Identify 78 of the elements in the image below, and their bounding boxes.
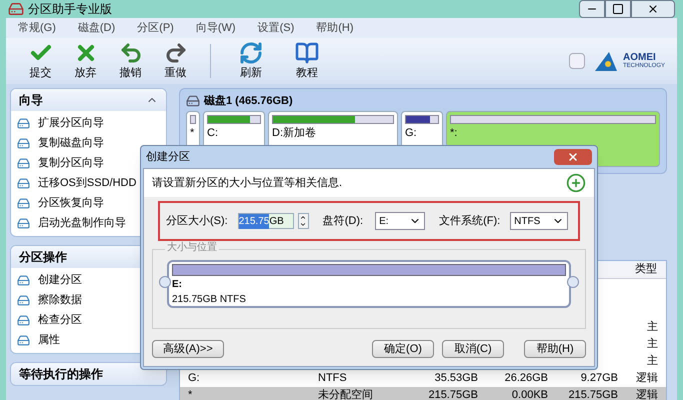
redo-icon — [164, 40, 188, 65]
table-cell-text: 逻辑 — [635, 371, 658, 386]
table-cell-text: 0.00KB — [510, 388, 548, 400]
group-label: 大小与位置 — [165, 243, 219, 253]
table-cell-text: 215.75GB — [427, 388, 478, 400]
size-label: 分区大小(S): — [166, 214, 228, 229]
refresh-icon — [239, 40, 263, 65]
table-cell-text: 26.26GB — [504, 371, 548, 386]
file-system-label: 文件系统(F): — [439, 214, 500, 229]
drive-letter-label: 盘符(D): — [322, 214, 364, 229]
sidebar-item[interactable]: 分区恢复向导 — [11, 194, 166, 213]
table-cell-text: 215.75GB — [567, 388, 618, 400]
table-cell-text: 未分配空间 — [318, 388, 374, 400]
book-icon — [295, 40, 319, 65]
toolbar-button[interactable]: 提交 — [18, 40, 63, 82]
dialog-button[interactable]: 高级(A)>> — [152, 340, 224, 358]
toolbar-button[interactable]: 放弃 — [63, 40, 108, 82]
close-icon — [567, 151, 579, 163]
minimize-button[interactable] — [579, 0, 605, 18]
dialog-button[interactable]: 取消(C) — [442, 340, 504, 358]
toolbar-button[interactable]: 撤销 — [108, 40, 153, 82]
add-disk-icon — [566, 173, 586, 193]
sidebar-item[interactable]: 启动光盘制作向导 — [11, 214, 166, 233]
sidebar-item[interactable]: 检查分区 — [11, 311, 166, 330]
undo-icon — [118, 40, 142, 65]
toolbar-button[interactable]: 刷新 — [223, 40, 279, 82]
window-title: 分区助手专业版 — [28, 1, 112, 18]
maximize-icon — [612, 3, 624, 15]
table-row[interactable]: G: NTFS 35.53GB 26.26GB 9.27GB 逻辑 — [180, 370, 666, 387]
sidebar-item[interactable]: 创建分区 — [11, 271, 166, 290]
table-cell-text: 35.53GB — [434, 371, 478, 386]
panel-title: 向导 — [19, 92, 43, 109]
partition-label: *: — [450, 126, 458, 141]
menu-item[interactable]: 向导(W) — [196, 20, 236, 36]
menu-item[interactable]: 分区(P) — [137, 20, 174, 36]
resize-handle[interactable] — [159, 276, 171, 288]
resize-handle[interactable] — [567, 276, 579, 288]
table-cell-text: * — [188, 388, 194, 400]
partition-label: C: — [207, 126, 219, 141]
table-cell-text: 主 — [646, 320, 658, 336]
partition-label: * — [190, 126, 196, 141]
table-cell-text: NTFS — [318, 371, 348, 386]
table-row[interactable]: * 未分配空间 215.75GB 0.00KB 215.75GB 逻辑 — [180, 387, 666, 400]
partition-label: G: — [405, 126, 418, 141]
menu-item[interactable]: 帮助(H) — [316, 20, 354, 36]
logo-text: AOMEI — [622, 53, 656, 63]
toolbar-button[interactable]: 教程 — [279, 40, 335, 82]
table-cell-text: 逻辑 — [635, 388, 658, 400]
spinner[interactable] — [298, 213, 309, 229]
menu-item[interactable]: 设置(S) — [258, 20, 294, 36]
instruction-text: 请设置新分区的大小与位置等相关信息. — [152, 176, 342, 191]
table-cell-text: 9.27GB — [580, 371, 618, 386]
size-field[interactable]: 215.75GB — [238, 213, 294, 229]
menu-item[interactable]: 常规(G) — [18, 20, 56, 36]
panel-title: 等待执行的操作 — [19, 366, 103, 383]
partition-name: E: — [172, 278, 183, 292]
disk-title: 磁盘1 (465.76GB) — [204, 94, 293, 109]
toolbar-button[interactable]: 重做 — [153, 40, 198, 82]
window-icon — [568, 53, 585, 69]
logo-icon — [592, 50, 619, 72]
file-system-dropdown[interactable]: NTFS — [510, 212, 568, 230]
partition-preview[interactable]: E: 215.75GB NTFS — [167, 260, 571, 308]
close-icon — [647, 3, 659, 15]
sidebar-item[interactable]: 扩展分区向导 — [11, 114, 166, 133]
partition-label: D:新加卷 — [272, 126, 317, 141]
sidebar-item[interactable]: 擦除数据 — [11, 291, 166, 310]
close-button[interactable] — [631, 0, 675, 18]
partition-detail: 215.75GB NTFS — [172, 293, 247, 307]
dialog-button[interactable]: 帮助(H) — [524, 340, 586, 358]
dialog-button[interactable]: 确定(O) — [372, 340, 434, 358]
maximize-button[interactable] — [605, 0, 631, 18]
panel-title: 分区操作 — [19, 249, 67, 266]
table-cell-text: 主 — [646, 354, 658, 370]
drive-letter-dropdown[interactable]: E: — [375, 212, 426, 230]
app-icon — [8, 1, 24, 17]
column-header: 类型 — [634, 262, 658, 278]
menu-item[interactable]: 磁盘(D) — [78, 20, 116, 36]
table-cell-text: G: — [188, 371, 201, 386]
